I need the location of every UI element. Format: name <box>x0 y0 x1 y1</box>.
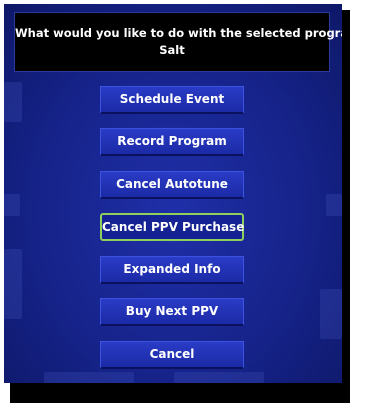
buy-next-ppv-button[interactable]: Buy Next PPV <box>100 298 244 326</box>
schedule-event-button[interactable]: Schedule Event <box>100 86 244 114</box>
cancel-ppv-purchase-button[interactable]: Cancel PPV Purchase <box>100 213 244 241</box>
tv-screen: What would you like to do with the selec… <box>4 4 342 383</box>
program-options-menu: Schedule Event Record Program Cancel Aut… <box>4 4 342 383</box>
screen-frame: What would you like to do with the selec… <box>0 0 368 413</box>
expanded-info-button[interactable]: Expanded Info <box>100 256 244 284</box>
cancel-autotune-button[interactable]: Cancel Autotune <box>100 171 244 199</box>
record-program-button[interactable]: Record Program <box>100 128 244 156</box>
cancel-button[interactable]: Cancel <box>100 341 244 369</box>
drop-shadow-bottom <box>10 383 350 403</box>
